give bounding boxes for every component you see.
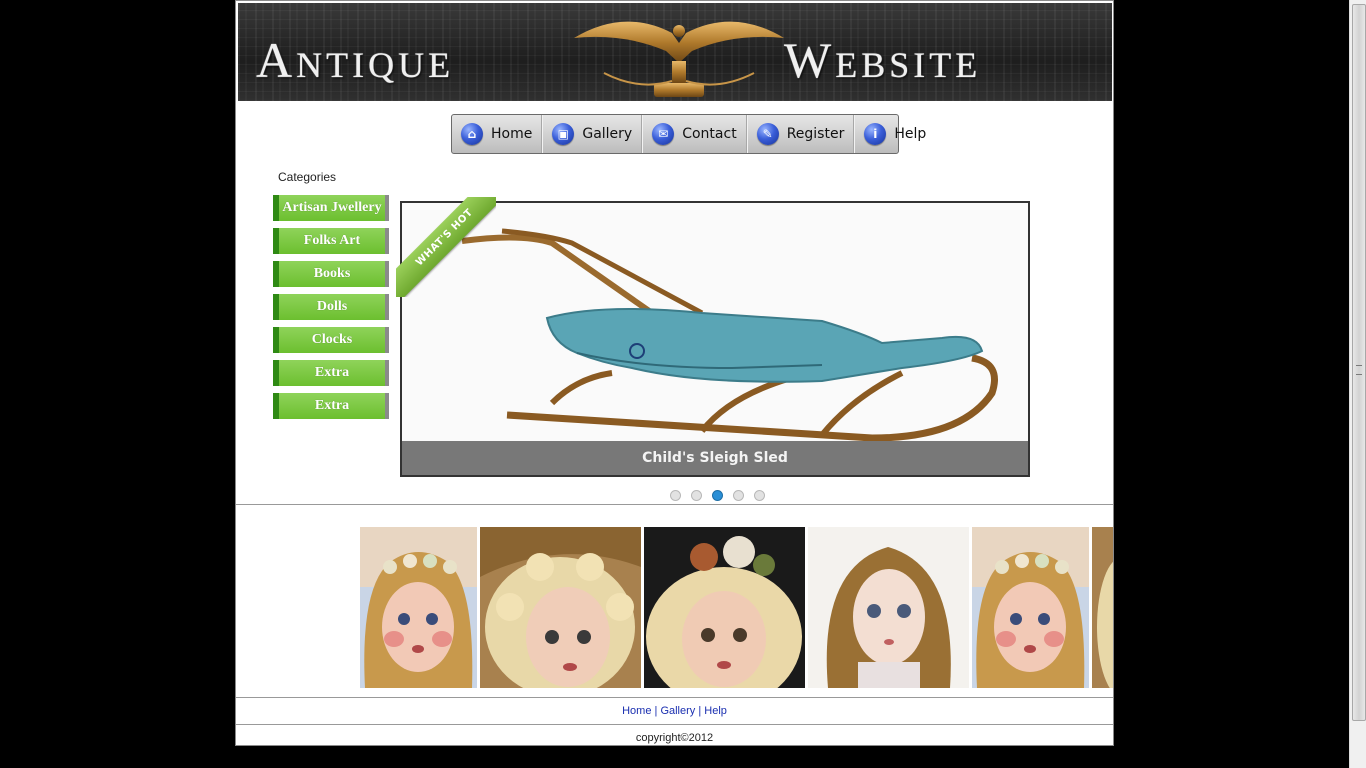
doll-thumbnail-1[interactable]	[360, 527, 477, 688]
nav-help-label: Help	[894, 126, 927, 142]
doll-thumbnail-2[interactable]	[480, 527, 641, 688]
nav-gallery-label: Gallery	[582, 126, 633, 142]
register-icon: ✎	[756, 123, 779, 145]
slider-dot-4[interactable]	[733, 490, 744, 501]
doll-thumbnail-6[interactable]	[1092, 527, 1113, 688]
whats-hot-label: WHAT'S HOT	[396, 197, 496, 297]
category-clocks[interactable]: Clocks	[273, 327, 389, 353]
slider-caption: Child's Sleigh Sled	[402, 441, 1028, 475]
category-extra-1[interactable]: Extra	[273, 360, 389, 386]
gallery-icon: ▣	[552, 123, 575, 145]
nav-contact[interactable]: ✉ Contact	[642, 115, 747, 153]
slider-pagination	[670, 490, 765, 501]
category-books[interactable]: Books	[273, 261, 389, 287]
divider	[236, 504, 1113, 505]
footer-nav: Home | Gallery | Help	[236, 705, 1113, 717]
banner-title-word1: ANTIQUE	[256, 32, 455, 88]
category-list: Artisan Jwellery Folks Art Books Dolls C…	[273, 195, 389, 426]
footer-link-help[interactable]: Help	[704, 705, 727, 717]
slider-dot-5[interactable]	[754, 490, 765, 501]
slider-dot-3[interactable]	[712, 490, 723, 501]
nav-gallery[interactable]: ▣ Gallery	[542, 115, 643, 153]
contact-icon: ✉	[652, 123, 675, 145]
header-banner: ANTIQUE WEBSITE	[238, 3, 1112, 101]
nav-contact-label: Contact	[682, 126, 737, 142]
nav-home-label: Home	[491, 126, 533, 142]
category-folks-art[interactable]: Folks Art	[273, 228, 389, 254]
divider	[236, 697, 1113, 698]
category-artisan-jwellery[interactable]: Artisan Jwellery	[273, 195, 389, 221]
slider-dot-2[interactable]	[691, 490, 702, 501]
nav-help[interactable]: i Help	[854, 115, 935, 153]
whats-hot-ribbon: WHAT'S HOT	[396, 197, 496, 297]
category-dolls[interactable]: Dolls	[273, 294, 389, 320]
divider	[236, 724, 1113, 725]
nav-home[interactable]: ⌂ Home	[452, 115, 543, 153]
scrollbar-grip-icon	[1356, 365, 1362, 375]
nav-register-label: Register	[786, 126, 845, 142]
vertical-scrollbar[interactable]	[1349, 0, 1366, 768]
footer-separator: |	[698, 705, 702, 717]
doll-thumbnail-3[interactable]	[644, 527, 805, 688]
scrollbar-thumb[interactable]	[1352, 4, 1366, 721]
category-extra-2[interactable]: Extra	[273, 393, 389, 419]
categories-heading: Categories	[278, 170, 337, 184]
copyright-text: copyright©2012	[635, 732, 714, 744]
info-icon: i	[864, 123, 887, 145]
doll-gallery-strip	[360, 527, 1113, 688]
footer-link-home[interactable]: Home	[622, 705, 651, 717]
doll-thumbnail-4[interactable]	[808, 527, 969, 688]
home-icon: ⌂	[461, 123, 483, 145]
nav-register[interactable]: ✎ Register	[746, 115, 855, 153]
main-nav: ⌂ Home ▣ Gallery ✉ Contact ✎ Register i …	[451, 114, 926, 154]
footer-link-gallery[interactable]: Gallery	[660, 705, 695, 717]
footer-separator: |	[654, 705, 658, 717]
doll-thumbnail-5[interactable]	[972, 527, 1089, 688]
eagle-emblem-icon	[574, 21, 784, 97]
slider-dot-1[interactable]	[670, 490, 681, 501]
banner-title-word2: WEBSITE	[784, 32, 982, 88]
page-container: ANTIQUE WEBSITE ⌂ Home ▣ Gallery ✉ Conta…	[235, 0, 1114, 746]
